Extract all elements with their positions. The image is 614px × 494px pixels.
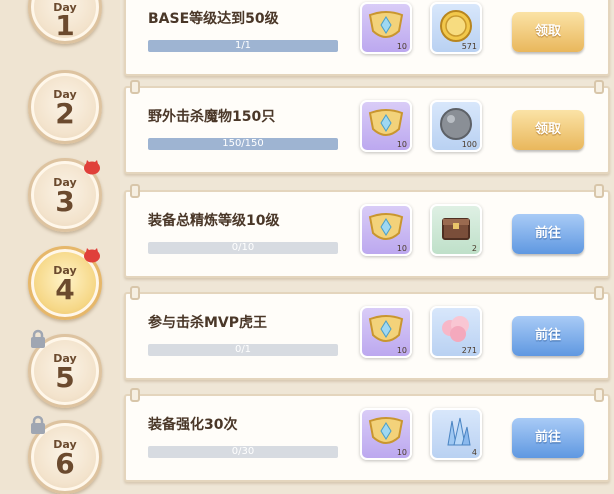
reward-badge[interactable]: 10 <box>360 204 412 256</box>
reward-quantity: 4 <box>471 448 477 457</box>
badge-icon <box>368 315 404 342</box>
task-progress-bar: 1/1 <box>148 40 338 52</box>
red-dot-badge-icon <box>84 160 100 175</box>
task-progress-bar: 150/150 <box>148 138 338 150</box>
day-6-tab[interactable]: Day 6 <box>28 415 102 494</box>
cotton-candy-icon <box>442 316 469 342</box>
badge-icon <box>368 11 404 38</box>
claim-button[interactable]: 领取 <box>512 110 584 150</box>
chest-icon <box>442 218 470 240</box>
stone-icon <box>440 108 472 140</box>
task-card: 装备总精炼等级10级 0/10 10 2 前往 <box>124 184 610 278</box>
day-number: 1 <box>55 9 75 42</box>
reward-quantity: 2 <box>471 244 477 253</box>
reward-chest[interactable]: 2 <box>430 204 482 256</box>
task-title: BASE等级达到50级 <box>148 11 279 27</box>
day-sidebar: Day 1 Day 2 Day 3 Day 4 Day 5 Day 6 <box>0 0 120 494</box>
day-2-tab[interactable]: Day 2 <box>28 70 102 144</box>
lock-icon <box>31 329 45 348</box>
reward-badge[interactable]: 10 <box>360 100 412 152</box>
progress-text: 0/30 <box>231 446 255 457</box>
day-5-tab[interactable]: Day 5 <box>28 329 102 408</box>
reward-quantity: 271 <box>461 346 477 355</box>
day-4-tab[interactable]: Day 4 <box>28 246 102 320</box>
go-button[interactable]: 前往 <box>512 214 584 254</box>
lock-icon <box>31 415 45 434</box>
reward-badge[interactable]: 10 <box>360 306 412 358</box>
claim-button[interactable]: 领取 <box>512 12 584 52</box>
task-progress-bar: 0/1 <box>148 344 338 356</box>
task-card: 参与击杀MVP虎王 0/1 10 271 前往 <box>124 286 610 380</box>
day-number: 3 <box>55 185 75 218</box>
day-number: 4 <box>55 273 75 306</box>
reward-quantity: 10 <box>396 448 407 457</box>
reward-quantity: 571 <box>461 42 477 51</box>
day-number: 2 <box>55 97 75 130</box>
badge-icon <box>368 417 404 444</box>
reward-cotton-candy[interactable]: 271 <box>430 306 482 358</box>
task-card: 野外击杀魔物150只 150/150 10 100 领取 <box>124 80 610 174</box>
task-progress-bar: 0/30 <box>148 446 338 458</box>
reward-stone[interactable]: 100 <box>430 100 482 152</box>
coin-icon <box>440 10 472 42</box>
progress-text: 150/150 <box>222 138 264 149</box>
reward-quantity: 10 <box>396 42 407 51</box>
progress-text: 0/1 <box>234 344 252 355</box>
task-title: 装备强化30次 <box>148 417 238 433</box>
reward-badge[interactable]: 10 <box>360 2 412 54</box>
day-1-tab[interactable]: Day 1 <box>28 0 102 44</box>
day-number: 5 <box>55 361 75 394</box>
reward-quantity: 10 <box>396 140 407 149</box>
red-dot-badge-icon <box>84 248 100 263</box>
reward-quantity: 100 <box>461 140 477 149</box>
badge-icon <box>368 109 404 136</box>
reward-quantity: 10 <box>396 244 407 253</box>
go-button[interactable]: 前往 <box>512 418 584 458</box>
task-card: 装备强化30次 0/30 10 4 前往 <box>124 388 610 482</box>
task-title: 野外击杀魔物150只 <box>148 109 276 125</box>
crystal-icon <box>447 417 471 446</box>
go-button[interactable]: 前往 <box>512 316 584 356</box>
task-progress-bar: 0/10 <box>148 242 338 254</box>
task-title: 参与击杀MVP虎王 <box>148 315 268 331</box>
reward-crystal[interactable]: 4 <box>430 408 482 460</box>
reward-badge[interactable]: 10 <box>360 408 412 460</box>
progress-text: 1/1 <box>234 40 252 51</box>
day-3-tab[interactable]: Day 3 <box>28 158 102 232</box>
reward-coin[interactable]: 571 <box>430 2 482 54</box>
progress-text: 0/10 <box>231 242 255 253</box>
task-card: BASE等级达到50级 1/1 10 571 领取 <box>124 0 610 76</box>
badge-icon <box>368 213 404 240</box>
reward-quantity: 10 <box>396 346 407 355</box>
task-title: 装备总精炼等级10级 <box>148 213 280 229</box>
day-number: 6 <box>55 447 75 480</box>
